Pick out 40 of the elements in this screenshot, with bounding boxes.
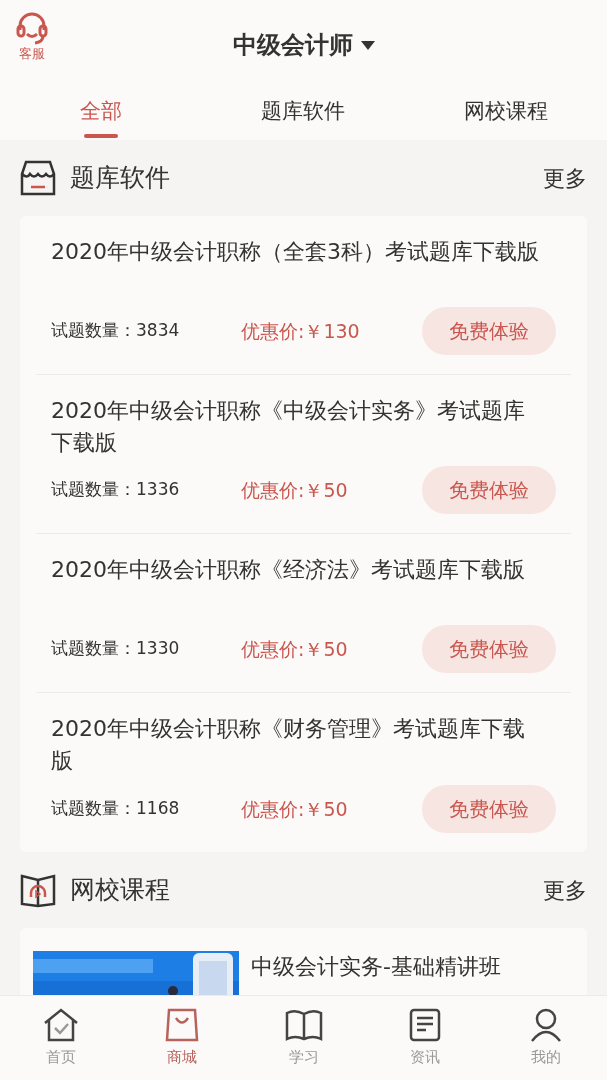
- customer-service-button[interactable]: 客服: [14, 10, 50, 63]
- nav-tab[interactable]: 学习: [242, 996, 365, 1080]
- discount-price: 优惠价:￥130: [241, 318, 360, 344]
- tab[interactable]: 全部: [0, 90, 203, 138]
- free-trial-button[interactable]: 免费体验: [422, 625, 556, 673]
- discount-price: 优惠价:￥50: [241, 796, 348, 822]
- discount-price: 优惠价:￥50: [241, 477, 348, 503]
- free-trial-button[interactable]: 免费体验: [422, 785, 556, 833]
- product-title[interactable]: 2020年中级会计职称《经济法》考试题库下载版: [51, 554, 556, 586]
- free-trial-button[interactable]: 免费体验: [422, 307, 556, 355]
- shopping-bag-icon: [164, 1008, 201, 1042]
- nav-tab[interactable]: 首页: [0, 996, 122, 1080]
- product-title[interactable]: 2020年中级会计职称《财务管理》考试题库下载版: [51, 713, 556, 777]
- section-title: 网校课程: [70, 874, 170, 907]
- product-title[interactable]: 2020年中级会计职称《中级会计实务》考试题库下载版: [51, 395, 556, 459]
- nav-tab[interactable]: 资讯: [364, 996, 486, 1080]
- news-icon: [407, 1008, 442, 1042]
- question-count: 试题数量：3834: [51, 319, 181, 343]
- home-icon: [42, 1008, 79, 1042]
- discount-price: 优惠价:￥50: [241, 636, 348, 662]
- nav-tab[interactable]: 我的: [485, 996, 607, 1080]
- free-trial-button[interactable]: 免费体验: [422, 466, 556, 514]
- user-icon: [529, 1008, 564, 1042]
- question-count: 试题数量：1330: [51, 637, 181, 661]
- question-count: 试题数量：1168: [51, 797, 181, 821]
- section-title: 题库软件: [70, 162, 170, 195]
- tab[interactable]: 题库软件: [202, 90, 405, 138]
- title-dropdown[interactable]: 中级会计师: [232, 27, 375, 63]
- question-count: 试题数量：1336: [51, 478, 181, 502]
- course-title[interactable]: 中级会计实务-基础精讲班: [251, 951, 501, 983]
- nav-tab[interactable]: 商城: [121, 996, 243, 1080]
- headset-icon: [14, 10, 50, 46]
- store-icon: [20, 160, 56, 196]
- product-title[interactable]: 2020年中级会计职称（全套3科）考试题库下载版: [51, 236, 556, 268]
- book-icon: [284, 1008, 323, 1042]
- tab[interactable]: 网校课程: [404, 90, 607, 138]
- more-link[interactable]: 更多: [543, 161, 587, 195]
- open-book-icon: [20, 872, 56, 908]
- more-link[interactable]: 更多: [543, 873, 587, 907]
- caret-icon: [360, 40, 375, 50]
